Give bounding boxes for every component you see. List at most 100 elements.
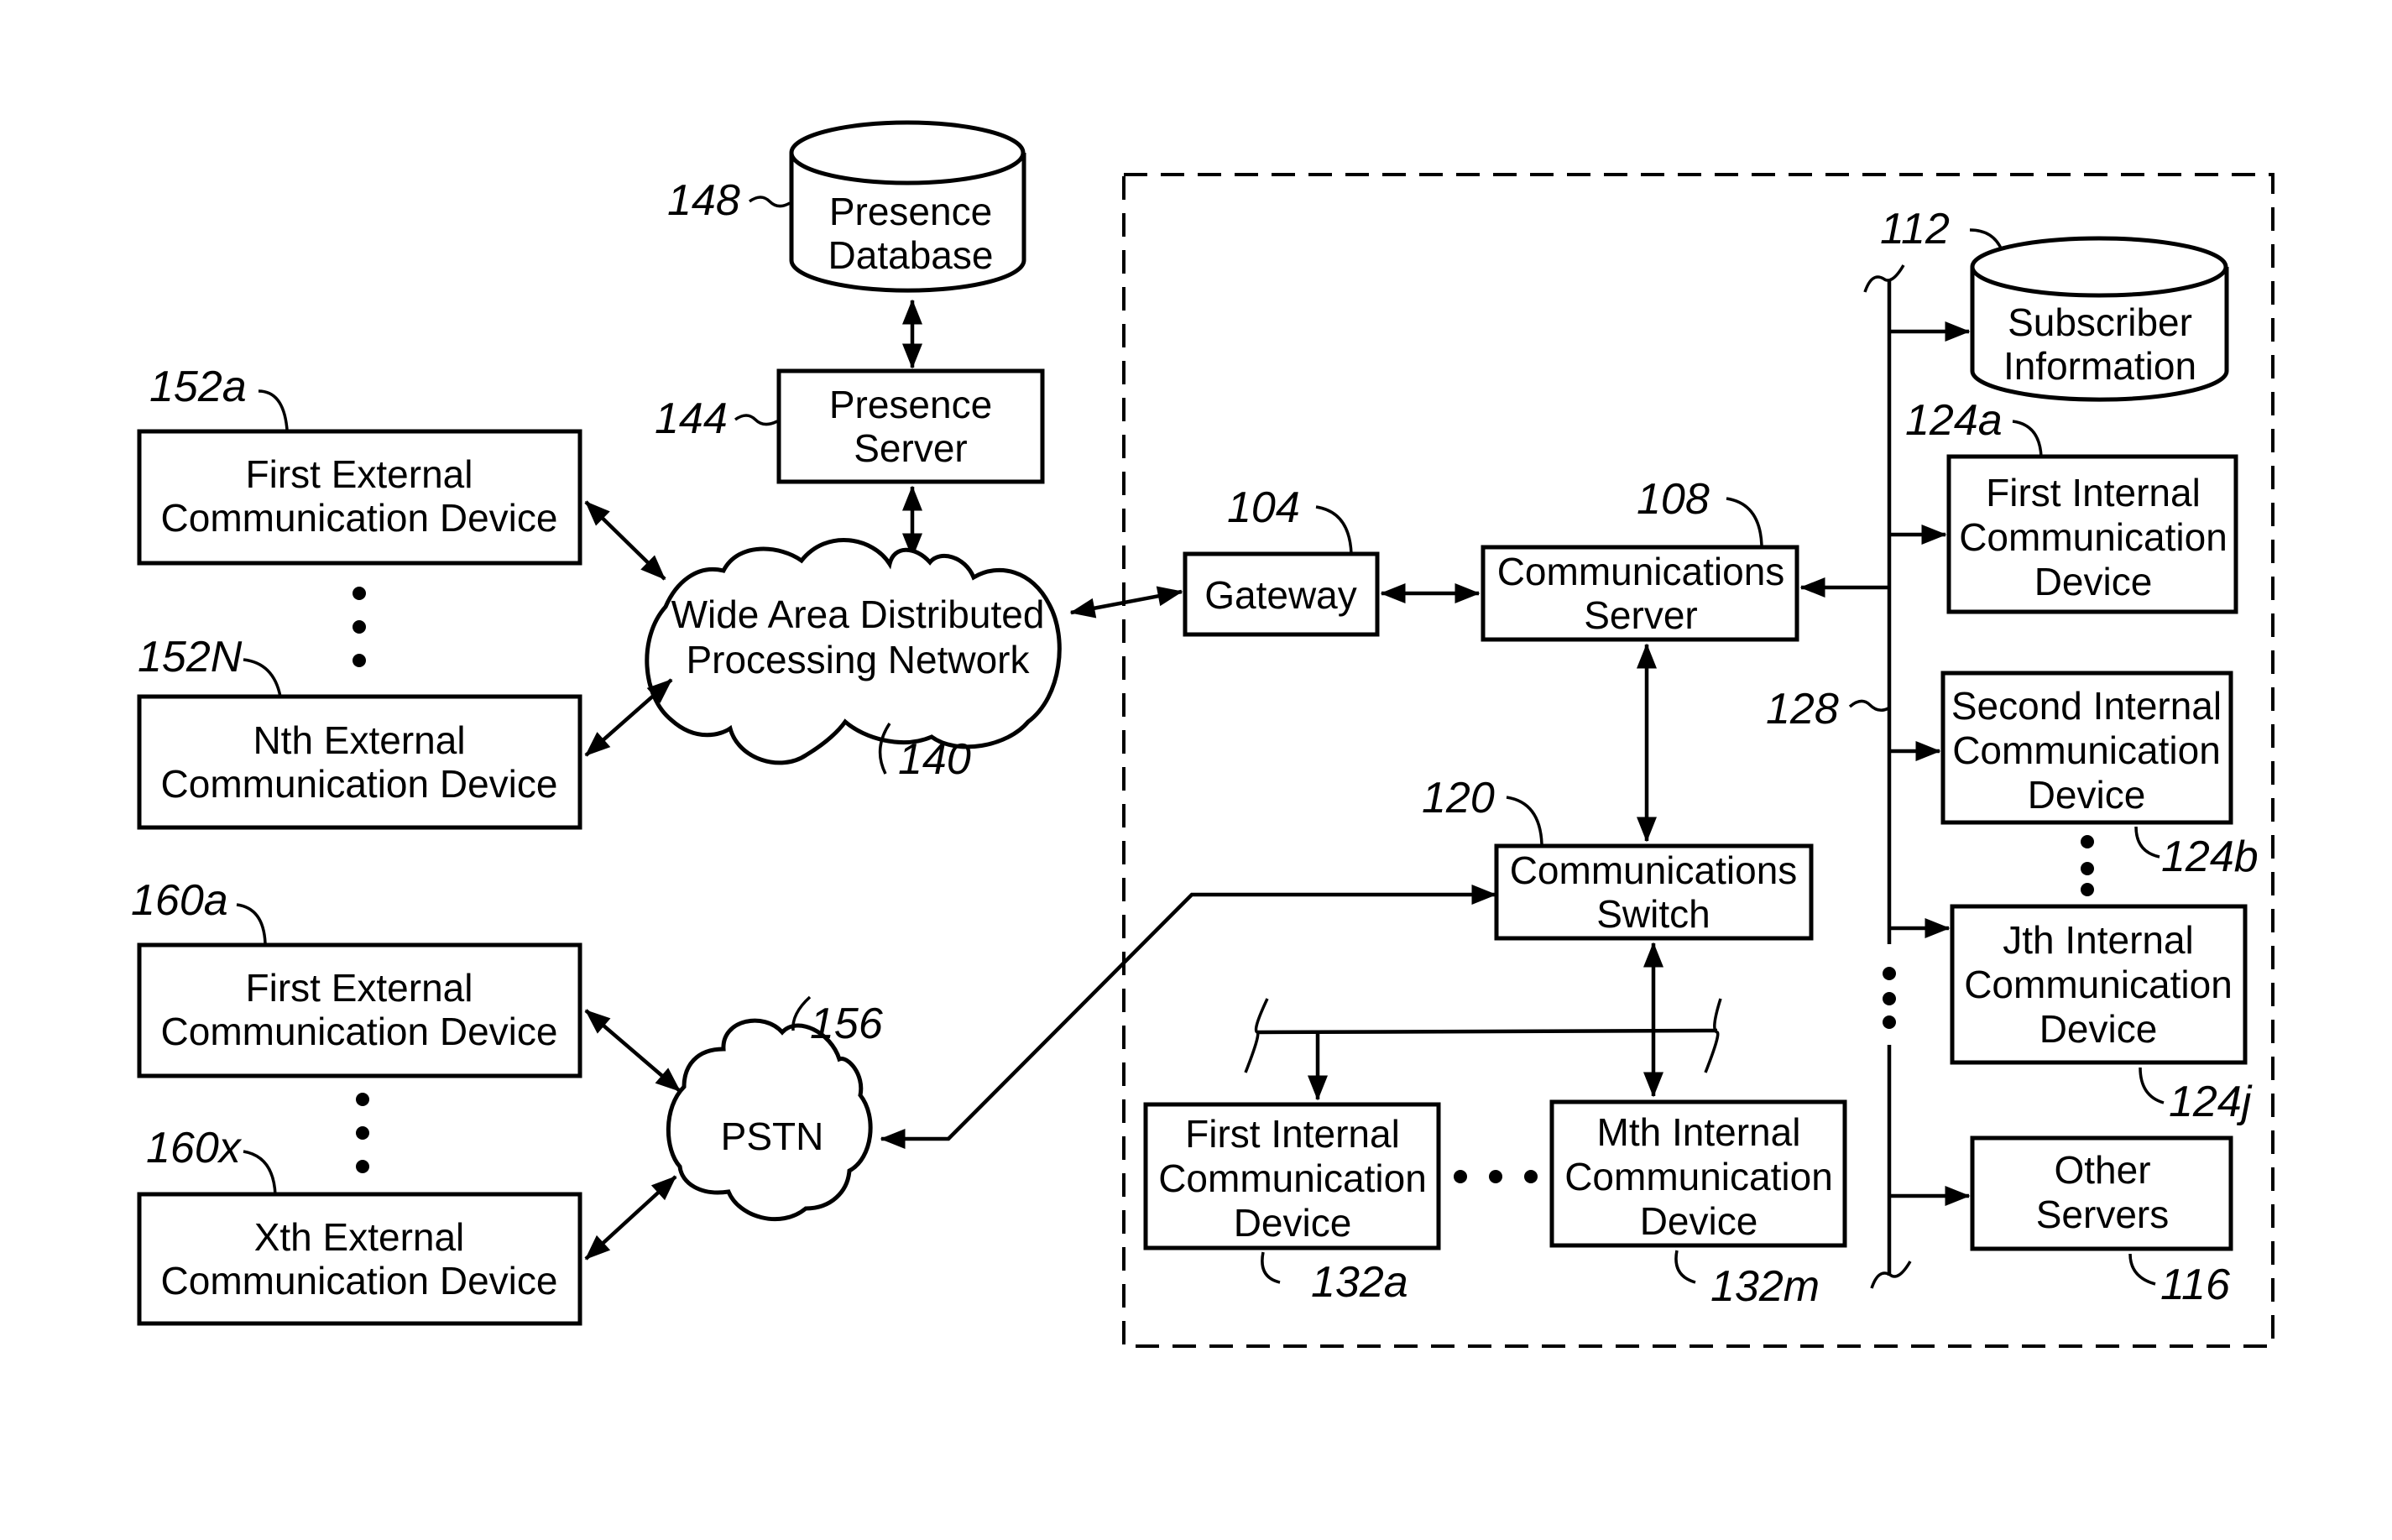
external-device-160a: First External Communication Device xyxy=(137,942,582,1078)
gateway-label: Gateway xyxy=(1204,573,1357,617)
pstn-label: PSTN xyxy=(721,1115,824,1158)
arrow-152n-wan xyxy=(584,678,673,757)
ext-160x-label-2: Communication Device xyxy=(161,1259,558,1302)
leader-132m xyxy=(1674,1250,1696,1284)
ext-160a-label-2: Communication Device xyxy=(161,1010,558,1053)
ext-152a-label-1: First External xyxy=(246,452,473,496)
presence-server: Presence Server xyxy=(776,368,1045,484)
system-diagram: Presence Database 148 Presence Server 14… xyxy=(131,120,2274,1348)
ref-156: 156 xyxy=(810,1000,883,1048)
leader-124b xyxy=(2134,826,2160,859)
arrow-152a-wan xyxy=(584,500,666,581)
ellipsis-124 xyxy=(2081,835,2094,896)
leader-160x xyxy=(243,1150,277,1196)
ref-152N: 152N xyxy=(138,633,243,681)
ref-104: 104 xyxy=(1227,483,1300,532)
ext-152a-label-2: Communication Device xyxy=(161,496,558,540)
ref-144: 144 xyxy=(655,394,728,443)
arrow-wan-gateway xyxy=(1069,586,1183,619)
arrow-160x-pstn xyxy=(584,1175,677,1261)
internal-device-124a: First Internal Communication Device xyxy=(1946,454,2238,614)
int-132m-label-2: Communication xyxy=(1564,1155,1833,1198)
communications-server: Communications Server xyxy=(1481,545,1799,642)
comm-switch-label-2: Switch xyxy=(1596,892,1710,936)
ext-160a-label-1: First External xyxy=(246,966,473,1010)
int-124j-label-2: Communication xyxy=(1964,963,2233,1006)
ext-152n-label-2: Communication Device xyxy=(161,762,558,806)
arrow-switch-pstn xyxy=(880,885,1497,1149)
presence-database-label-1: Presence xyxy=(829,190,992,233)
comm-server-label-1: Communications xyxy=(1497,550,1785,593)
presence-database-label-2: Database xyxy=(828,233,994,277)
ref-124j: 124j xyxy=(2169,1078,2253,1126)
leader-128 xyxy=(1848,699,1889,712)
ref-132m: 132m xyxy=(1710,1262,1820,1311)
int-124a-label-1: First Internal xyxy=(1986,471,2201,514)
internal-device-132a: First Internal Communication Device xyxy=(1143,1102,1441,1250)
ref-120: 120 xyxy=(1422,774,1495,822)
ellipsis-160 xyxy=(356,1093,369,1173)
int-124j-label-3: Device xyxy=(2039,1007,2158,1051)
ref-116: 116 xyxy=(2160,1261,2230,1309)
ref-108: 108 xyxy=(1637,475,1710,524)
internal-device-124b: Second Internal Communication Device xyxy=(1940,671,2233,825)
int-124a-label-3: Device xyxy=(2034,560,2153,603)
leader-120 xyxy=(1506,796,1543,845)
leader-108 xyxy=(1726,497,1763,546)
ref-152a: 152a xyxy=(149,363,247,411)
leader-124j xyxy=(2139,1067,2165,1104)
presence-server-label-1: Presence xyxy=(829,383,992,426)
ref-160x: 160x xyxy=(146,1124,243,1172)
ref-112: 112 xyxy=(1880,205,1950,253)
leader-160a xyxy=(236,903,267,944)
int-132a-label-1: First Internal xyxy=(1185,1112,1400,1156)
ref-160a: 160a xyxy=(131,876,228,925)
int-132a-label-2: Communication xyxy=(1158,1156,1427,1200)
external-device-152n: Nth External Communication Device xyxy=(137,694,582,830)
ellipsis-152 xyxy=(353,587,366,667)
communications-switch: Communications Switch xyxy=(1494,843,1814,941)
comm-server-label-2: Server xyxy=(1584,593,1697,637)
external-device-160x: Xth External Communication Device xyxy=(137,1192,582,1326)
int-124a-label-2: Communication xyxy=(1959,515,2227,559)
ref-128: 128 xyxy=(1766,685,1839,733)
leader-152N xyxy=(243,658,282,697)
leader-104 xyxy=(1315,505,1353,555)
ext-152n-label-1: Nth External xyxy=(253,718,465,762)
subscriber-label-1: Subscriber xyxy=(2008,300,2192,344)
gateway: Gateway xyxy=(1183,551,1380,637)
leader-124a xyxy=(2012,420,2043,457)
int-124b-label-3: Device xyxy=(2028,773,2146,817)
other-servers-label-2: Servers xyxy=(2036,1193,2169,1236)
int-124b-label-2: Communication xyxy=(1952,728,2221,772)
other-servers: Other Servers xyxy=(1970,1135,2233,1251)
leader-148 xyxy=(748,196,791,208)
arrow-160a-pstn xyxy=(584,1009,682,1093)
ref-148: 148 xyxy=(667,176,740,225)
ref-124a: 124a xyxy=(1905,396,2003,445)
wan-label-1: Wide Area Distributed xyxy=(671,593,1045,636)
int-124j-label-1: Jth Internal xyxy=(2003,918,2194,962)
subscriber-label-2: Information xyxy=(2003,344,2196,388)
external-device-152a: First External Communication Device xyxy=(137,429,582,566)
int-124b-label-1: Second Internal xyxy=(1951,684,2222,728)
leader-152a xyxy=(258,389,289,431)
int-132a-label-3: Device xyxy=(1234,1201,1352,1245)
ellipsis-132 xyxy=(1454,1170,1538,1183)
subscriber-information-db: Subscriber Information xyxy=(1970,236,2229,402)
ref-124b: 124b xyxy=(2161,833,2259,881)
wan-label-2: Processing Network xyxy=(686,638,1030,681)
wan-cloud: Wide Area Distributed Processing Network xyxy=(645,538,1062,765)
ext-160x-label-1: Xth External xyxy=(254,1215,465,1259)
presence-server-label-2: Server xyxy=(854,426,967,470)
ref-132a: 132a xyxy=(1311,1258,1408,1307)
internal-device-132m: Mth Internal Communication Device xyxy=(1549,1099,1847,1248)
pstn-cloud: PSTN xyxy=(666,1018,873,1222)
comm-switch-label-1: Communications xyxy=(1510,848,1798,892)
leader-144 xyxy=(734,414,778,426)
presence-database: Presence Database xyxy=(789,120,1026,293)
int-132m-label-3: Device xyxy=(1640,1199,1758,1243)
leader-112 xyxy=(1969,228,2003,251)
internal-device-124j: Jth Internal Communication Device xyxy=(1950,904,2248,1065)
lan-bus-128 xyxy=(1863,264,1912,1289)
